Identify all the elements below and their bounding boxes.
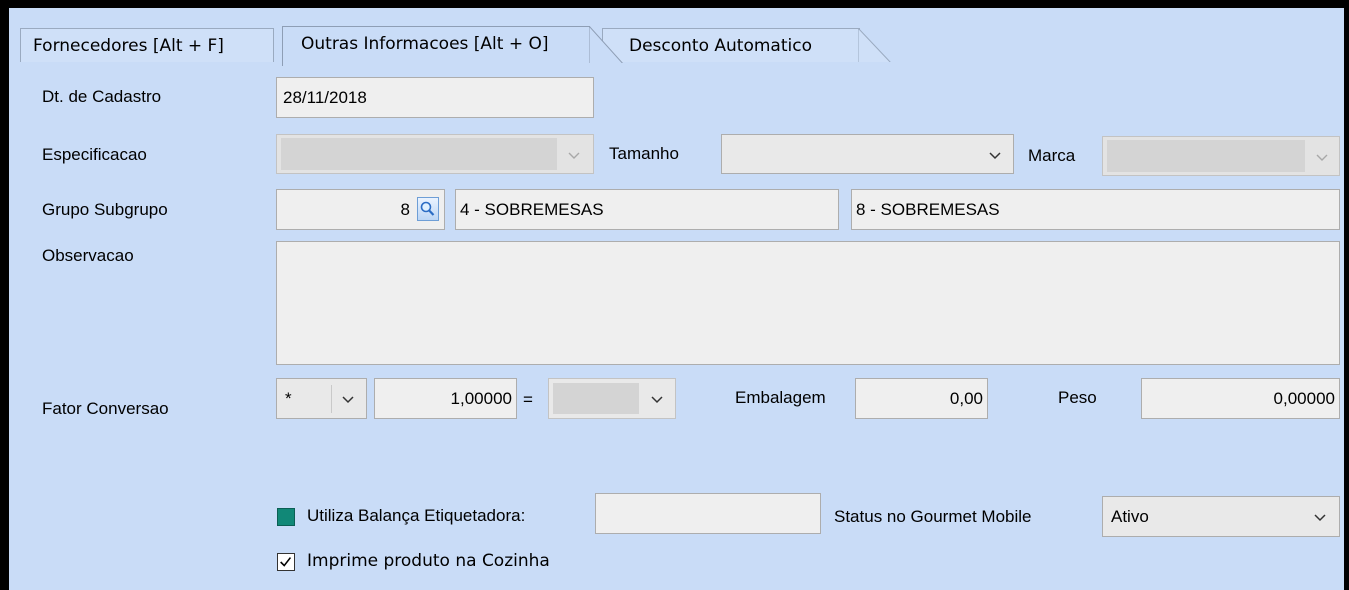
- embalagem-field[interactable]: 0,00: [855, 378, 988, 419]
- chevron-down-icon: [565, 146, 583, 164]
- gourmet-label: Status no Gourmet Mobile: [834, 507, 1032, 526]
- peso-label: Peso: [1058, 388, 1097, 407]
- embalagem-label: Embalagem: [735, 388, 826, 407]
- fator-unit-select[interactable]: [548, 378, 676, 419]
- especificacao-select[interactable]: [276, 134, 594, 174]
- cozinha-label: Imprime produto na Cozinha: [307, 551, 550, 571]
- select-separator: [331, 385, 332, 413]
- window-border-top: [0, 0, 1349, 8]
- marca-label: Marca: [1028, 146, 1076, 165]
- especificacao-inner: [281, 138, 557, 170]
- embalagem-value: 0,00: [949, 389, 983, 408]
- tab-slant-active: [589, 26, 625, 66]
- observacao-label: Observacao: [42, 246, 134, 265]
- balanca-label: Utiliza Balança Etiquetadora:: [307, 506, 526, 525]
- observacao-textarea[interactable]: [276, 241, 1340, 365]
- fator-value: 1,00000: [450, 389, 512, 408]
- chevron-down-icon: [1311, 508, 1329, 526]
- chevron-down-icon: [648, 390, 666, 408]
- tab-desconto-label: Desconto Automatico: [629, 36, 812, 56]
- tab-slant: [858, 28, 892, 64]
- gourmet-status-select[interactable]: Ativo: [1102, 496, 1340, 537]
- tamanho-label: Tamanho: [609, 144, 679, 163]
- teal-square-icon: [277, 508, 295, 526]
- tamanho-select[interactable]: [721, 134, 1014, 174]
- chevron-down-icon: [339, 390, 357, 408]
- chevron-down-icon: [1313, 148, 1331, 166]
- tab-outras-label: Outras Informacoes [Alt + O]: [301, 34, 549, 54]
- grupo-code-field[interactable]: 8: [276, 189, 445, 230]
- lookup-button[interactable]: [417, 197, 439, 221]
- dt-cadastro-label: Dt. de Cadastro: [42, 87, 162, 106]
- especificacao-label: Especificacao: [42, 145, 147, 164]
- grupo-code-value: 8: [400, 200, 410, 219]
- window-border-left: [0, 0, 9, 590]
- fator-conversao-label: Fator Conversao: [42, 399, 169, 418]
- magnifier-icon: [420, 201, 435, 216]
- fator-operator-value: *: [285, 389, 292, 408]
- fator-unit-inner: [553, 383, 639, 414]
- grupo-subgrupo-label: Grupo Subgrupo: [42, 200, 168, 219]
- cozinha-checkbox[interactable]: [277, 553, 295, 571]
- window-border-right: [1344, 0, 1349, 590]
- tab-desconto-automatico[interactable]: Desconto Automatico: [602, 28, 860, 62]
- marca-inner: [1107, 140, 1305, 172]
- window: Fornecedores [Alt + F] Desconto Automati…: [0, 0, 1349, 590]
- peso-field[interactable]: 0,00000: [1141, 378, 1340, 419]
- grupo-name-field: 4 - SOBREMESAS: [455, 189, 839, 230]
- tab-fornecedores-label: Fornecedores [Alt + F]: [33, 36, 224, 56]
- grupo-name-value: 4 - SOBREMESAS: [460, 200, 604, 219]
- peso-value: 0,00000: [1273, 389, 1335, 408]
- dt-cadastro-value: 28/11/2018: [283, 88, 367, 107]
- checkmark-icon: [280, 557, 292, 567]
- dt-cadastro-field[interactable]: 28/11/2018: [276, 77, 594, 118]
- subgrupo-name-field: 8 - SOBREMESAS: [851, 189, 1340, 230]
- chevron-down-icon: [986, 146, 1004, 164]
- marca-select[interactable]: [1102, 136, 1340, 176]
- equals-sign: =: [523, 390, 533, 409]
- subgrupo-name-value: 8 - SOBREMESAS: [856, 200, 1000, 219]
- gourmet-status-value: Ativo: [1111, 507, 1149, 526]
- tab-outras-informacoes[interactable]: Outras Informacoes [Alt + O]: [282, 26, 590, 66]
- balanca-field[interactable]: [595, 493, 821, 534]
- fator-value-field[interactable]: 1,00000: [374, 378, 517, 419]
- tab-fornecedores[interactable]: Fornecedores [Alt + F]: [20, 28, 274, 62]
- fator-operator-select[interactable]: *: [276, 378, 367, 419]
